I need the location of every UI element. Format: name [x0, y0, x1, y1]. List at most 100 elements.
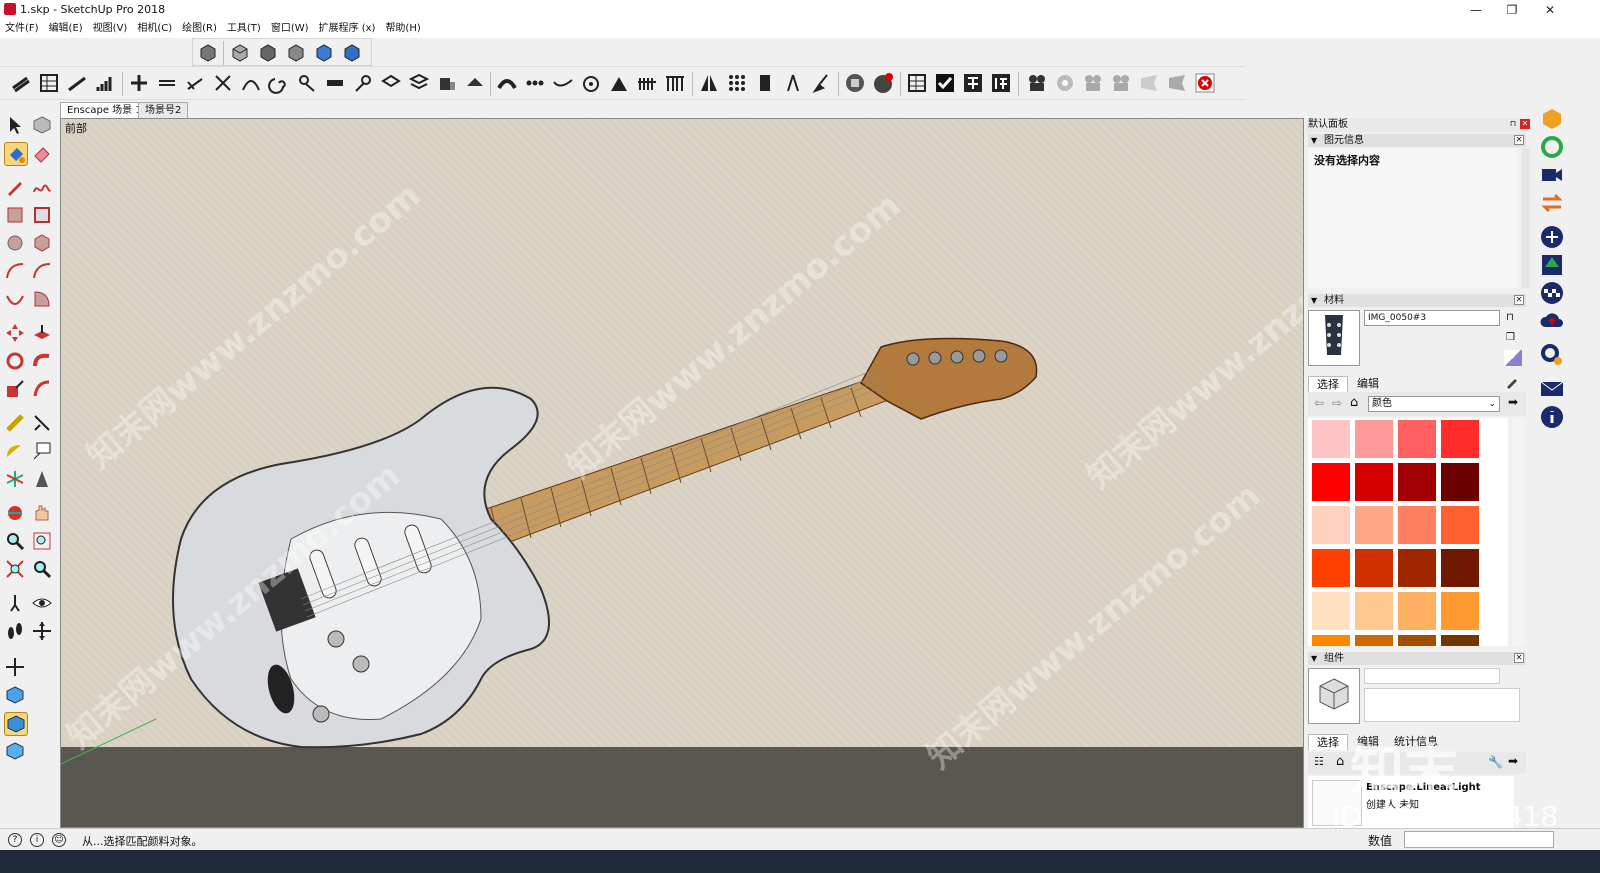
select-arrow-icon[interactable] — [4, 114, 28, 138]
table-icon[interactable] — [906, 72, 928, 94]
color-swatch[interactable] — [1355, 549, 1393, 587]
menu-tools[interactable]: 工具(T) — [222, 20, 266, 38]
materials-tab-edit[interactable]: 编辑 — [1350, 376, 1386, 392]
section-icon[interactable] — [844, 72, 866, 94]
camera-icon[interactable] — [1082, 72, 1104, 94]
color-swatch[interactable] — [1312, 592, 1350, 630]
tab-enscape-scene-1[interactable]: Enscape 场景 1 — [60, 102, 149, 118]
textured-cube-icon[interactable] — [4, 712, 28, 736]
box-icon[interactable] — [436, 72, 458, 94]
material-preview[interactable] — [1308, 310, 1360, 366]
component-preview[interactable] — [1308, 668, 1360, 724]
columns-icon[interactable] — [664, 72, 686, 94]
refresh-icon[interactable] — [1539, 134, 1565, 160]
push-pull-icon[interactable] — [31, 322, 55, 346]
credits-info-icon[interactable]: i — [30, 833, 44, 847]
pencil-icon[interactable] — [4, 176, 28, 200]
color-swatch[interactable] — [1441, 506, 1479, 544]
color-swatch[interactable] — [1398, 506, 1436, 544]
tree-icon[interactable] — [1539, 252, 1565, 278]
rotated-rectangle-icon[interactable] — [31, 204, 55, 228]
component-description-field[interactable] — [1364, 688, 1520, 722]
move-icon[interactable] — [4, 322, 28, 346]
material-library-select[interactable]: 颜色 ⌄ — [1368, 396, 1500, 412]
swap-arrows-icon[interactable] — [1539, 190, 1565, 216]
shaded-cube-icon[interactable] — [4, 684, 28, 708]
notification-icon[interactable] — [872, 72, 894, 94]
color-swatch[interactable] — [1441, 420, 1479, 458]
look-around-icon[interactable] — [31, 592, 55, 616]
grid-icon[interactable] — [38, 72, 60, 94]
film-camera-icon[interactable] — [1026, 72, 1048, 94]
panel-close-icon[interactable]: ✕ — [1514, 135, 1524, 145]
make-component-icon[interactable] — [31, 114, 55, 138]
minimize-button[interactable]: — — [1456, 1, 1496, 19]
menu-extensions[interactable]: 扩展程序 (x) — [314, 20, 381, 38]
film-reel-icon[interactable] — [1054, 72, 1076, 94]
left-view-icon[interactable] — [341, 41, 363, 63]
materials-tab-select[interactable]: 选择 — [1308, 376, 1348, 392]
close-button[interactable]: ✕ — [1530, 1, 1570, 19]
pipe-icon[interactable] — [352, 72, 374, 94]
components-tab-select[interactable]: 选择 — [1308, 734, 1348, 750]
color-swatch[interactable] — [1441, 549, 1479, 587]
model-viewport[interactable]: 前部 知末网www.znzmo.com 知末网www.znzmo.com 知末网… — [60, 118, 1304, 828]
pie-icon[interactable] — [31, 288, 55, 312]
entity-info-header[interactable]: ▼ 图元信息 ✕ — [1308, 134, 1526, 147]
color-swatch[interactable] — [1355, 420, 1393, 458]
panel-close-icon[interactable]: ✕ — [1514, 295, 1524, 305]
settings-gear-icon[interactable] — [1539, 342, 1565, 368]
zoom-window-icon[interactable] — [31, 530, 55, 554]
section-plane-icon[interactable] — [31, 620, 55, 644]
offset-icon[interactable] — [184, 72, 206, 94]
arc-icon[interactable] — [4, 260, 28, 284]
mirror-icon[interactable] — [698, 72, 720, 94]
enscape-logo-icon[interactable] — [1539, 106, 1565, 132]
weld-icon[interactable] — [296, 72, 318, 94]
menu-draw[interactable]: 绘图(R) — [177, 20, 222, 38]
walker-icon[interactable] — [782, 72, 804, 94]
flag-icon[interactable] — [1138, 72, 1160, 94]
color-swatch[interactable] — [1312, 420, 1350, 458]
menu-camera[interactable]: 相机(C) — [132, 20, 177, 38]
menu-edit[interactable]: 编辑(E) — [44, 20, 88, 38]
char-huan-icon[interactable] — [962, 72, 984, 94]
hat-icon[interactable] — [464, 72, 486, 94]
bar-graph-icon[interactable] — [94, 72, 116, 94]
iso-view-icon[interactable] — [197, 41, 219, 63]
front-view-icon[interactable] — [257, 41, 279, 63]
pan-icon[interactable] — [31, 502, 55, 526]
create-material-icon[interactable]: ❒ — [1506, 332, 1520, 346]
zoom-extents-icon[interactable] — [4, 558, 28, 582]
back-arrow-icon[interactable]: ⇦ — [1314, 396, 1324, 410]
material-name-field[interactable]: IMG_0050#3 — [1364, 310, 1500, 326]
dimension-icon[interactable] — [31, 412, 55, 436]
components-header[interactable]: ▼ 组件 ✕ — [1308, 652, 1526, 665]
tray-close-icon[interactable]: ✕ — [1520, 119, 1530, 129]
color-swatch[interactable] — [1312, 549, 1350, 587]
flag-alt-icon[interactable] — [1166, 72, 1188, 94]
forward-arrow-icon[interactable]: ⇨ — [1332, 396, 1342, 410]
zoom-icon[interactable] — [4, 530, 28, 554]
broom-icon[interactable] — [810, 72, 832, 94]
axes-icon[interactable] — [4, 468, 28, 492]
details-arrow-icon[interactable]: ➡ — [1508, 395, 1518, 409]
wrench-icon[interactable]: 🔧 — [1488, 755, 1503, 769]
color-swatch[interactable] — [1398, 592, 1436, 630]
right-view-icon[interactable] — [285, 41, 307, 63]
entity-info-scrollbar[interactable] — [1522, 148, 1530, 288]
spiral-icon[interactable] — [268, 72, 290, 94]
section-display-icon[interactable] — [4, 656, 28, 680]
default-material-icon[interactable]: ⊓ — [1506, 312, 1520, 326]
cloud-upload-icon[interactable] — [1539, 308, 1565, 334]
color-swatch[interactable] — [1312, 506, 1350, 544]
layers-icon[interactable] — [380, 72, 402, 94]
home-icon[interactable]: ⌂ — [1336, 754, 1344, 769]
polygon-icon[interactable] — [31, 232, 55, 256]
top-view-icon[interactable] — [229, 41, 251, 63]
color-swatch[interactable] — [1398, 420, 1436, 458]
curve-icon[interactable] — [552, 72, 574, 94]
monochrome-cube-icon[interactable] — [4, 740, 28, 764]
materials-header[interactable]: ▼ 材料 ✕ — [1308, 294, 1526, 307]
position-camera-icon[interactable] — [4, 592, 28, 616]
